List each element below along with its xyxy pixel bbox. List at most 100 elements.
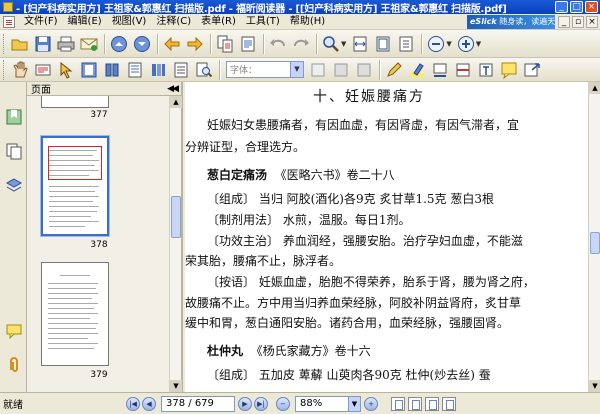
arrow-right-icon [187,36,203,51]
menu-view[interactable]: 视图(V) [107,14,152,30]
minimize-button[interactable]: _ [555,1,568,13]
next-page-button[interactable] [131,33,153,55]
page-thumbnail[interactable] [41,262,109,366]
body-line: 〔按语〕 妊娠血虚，胎胞不得荣养，胎系于肾，腰为肾之府， [207,275,535,289]
fit-page-button[interactable] [372,33,394,55]
menu-form[interactable]: 表单(R) [196,14,241,30]
caret-button[interactable] [475,59,497,81]
eslick-banner[interactable]: eSlick 随身读，读遍天下书！ [467,14,555,29]
doc-restore-button[interactable]: ▫ [572,15,584,28]
snapshot-button[interactable] [78,59,100,81]
prev-page-button[interactable]: ◀ [142,396,156,411]
close-button[interactable]: × [585,1,598,13]
chevron-down-icon[interactable]: ▼ [290,62,303,77]
body-line: 荣其胎，腰痛不止，脉浮者。 [185,254,342,268]
zoom-in-status-button[interactable]: + [364,396,378,411]
actual-size-button[interactable] [395,33,417,55]
font-select[interactable]: 字体： ▼ [226,61,304,78]
undo-icon [270,38,285,46]
menu-tools[interactable]: 工具(T) [241,14,285,30]
layers-icon[interactable] [5,176,23,194]
first-page-button[interactable]: |◀ [126,396,140,411]
maximize-button[interactable]: □ [570,1,583,13]
reflow-icon [174,62,188,77]
fit-width-button[interactable] [349,33,371,55]
document-copy-icon [241,36,255,51]
strikeout-button[interactable] [452,59,474,81]
arrow-select-button[interactable] [55,59,77,81]
page-thumbnail[interactable] [41,96,109,108]
collapse-panel-icon[interactable]: ◀◀ [167,84,179,94]
undo-button[interactable] [267,33,289,55]
document-scroll-thumb[interactable] [590,232,600,254]
email-button[interactable] [78,33,100,55]
note-button[interactable] [124,59,146,81]
save-button[interactable] [32,33,54,55]
select-text-button[interactable] [32,59,54,81]
continuous-view-icon[interactable] [408,396,422,411]
page-thumbnail-selected[interactable] [40,135,110,237]
scroll-up-icon[interactable]: ▲ [589,82,600,94]
doc-close-button[interactable]: × [586,15,598,28]
zoom-out-button[interactable] [425,33,447,55]
highlight-button[interactable] [406,59,428,81]
last-page-button[interactable]: ▶| [254,396,268,411]
hand-tool-button[interactable] [9,59,31,81]
zoom-in-button[interactable] [455,33,477,55]
document-view[interactable]: 十、妊娠腰痛方 妊娠妇女患腰痛者，有因血虚，有因肾虚，有因气滞者，宜 分辨证型，… [185,82,588,392]
previous-page-button[interactable] [108,33,130,55]
underline-button[interactable] [429,59,451,81]
single-page-view-icon[interactable] [391,396,405,411]
menu-help[interactable]: 帮助(H) [285,14,330,30]
bookmark-icon[interactable] [5,108,23,126]
text-size-button[interactable] [353,59,375,81]
thumbnail-scrollbar[interactable]: ▲ ▼ [169,96,182,392]
chevron-down-icon[interactable]: ▼ [348,396,360,411]
color-button[interactable] [330,59,352,81]
print-button[interactable] [55,33,77,55]
paperclip-icon[interactable] [5,356,23,374]
typewriter-button[interactable] [101,59,123,81]
scroll-up-icon[interactable]: ▲ [170,96,182,108]
zoom-out-status-button[interactable]: − [276,396,290,411]
redo-button[interactable] [290,33,312,55]
reflow-button[interactable] [170,59,192,81]
next-page-status-button[interactable]: ▶ [238,396,252,411]
thumbnail-list[interactable]: 377 378 379 [27,96,171,392]
thumbnail-scroll-thumb[interactable] [171,196,181,238]
pages-icon[interactable] [5,142,23,160]
envelope-icon [80,38,98,51]
zoom-tool-button[interactable] [320,33,342,55]
copy-button[interactable] [237,33,259,55]
continuous-facing-view-icon[interactable] [442,396,456,411]
redo-icon [294,38,309,46]
document-icon[interactable] [3,15,15,28]
doc-minimize-button[interactable]: _ [558,15,570,28]
attachment-button[interactable] [147,59,169,81]
zoom-select[interactable]: 88% ▼ [295,395,361,412]
go-forward-button[interactable] [184,33,206,55]
save-icon [35,36,51,51]
toolbar-grip[interactable] [3,33,6,54]
book-icon [81,62,97,77]
facing-view-icon[interactable] [425,396,439,411]
body-line: 〔组成〕 当归 阿胶(酒化)各9克 炙甘草1.5克 葱白3根 [207,192,494,206]
sticky-note-button[interactable] [498,59,520,81]
menu-edit[interactable]: 编辑(E) [63,14,107,30]
menu-comment[interactable]: 注释(C) [151,14,196,30]
find-button[interactable] [193,59,215,81]
export-button[interactable] [521,59,543,81]
toolbar-grip[interactable] [3,59,6,80]
go-back-button[interactable] [161,33,183,55]
comments-icon[interactable] [5,322,23,340]
pencil-button[interactable] [383,59,405,81]
page-number-input[interactable]: 378 / 679 [161,395,235,412]
bold-button[interactable] [307,59,329,81]
scroll-down-icon[interactable]: ▼ [589,380,600,392]
extract-page-button[interactable] [214,33,236,55]
actual-size-icon [399,36,413,51]
menu-file[interactable]: 文件(F) [19,14,63,30]
scroll-down-icon[interactable]: ▼ [170,380,182,392]
document-scrollbar[interactable]: ▲ ▼ [588,82,600,392]
open-button[interactable] [9,33,31,55]
